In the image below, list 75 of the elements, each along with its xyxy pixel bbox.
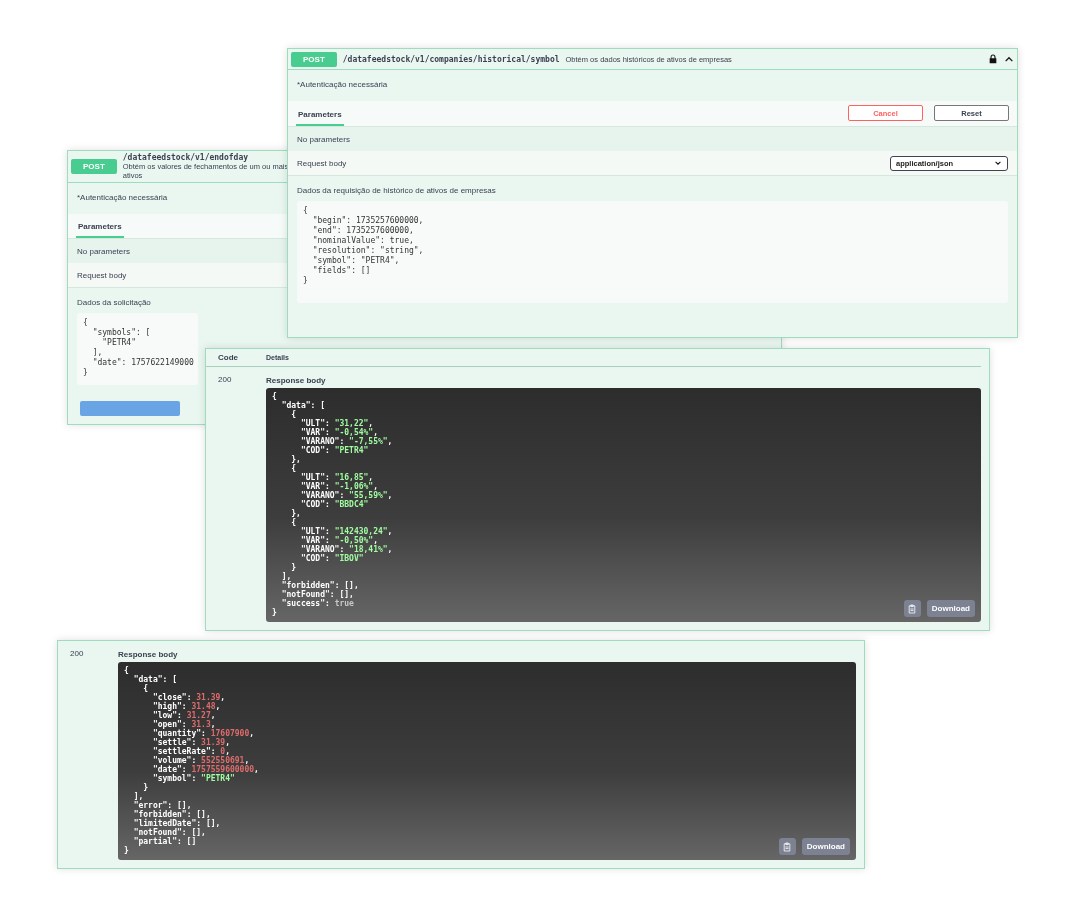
status-code: 200 — [70, 648, 85, 660]
code-line: } — [291, 563, 298, 572]
code-line: "VARANO": "-7,55%", — [299, 437, 393, 446]
no-parameters-text: No parameters — [77, 246, 130, 256]
code-line: "notFound": [], — [132, 828, 207, 837]
clipboard-icon — [908, 603, 917, 614]
code-line: "ULT": "16,85", — [299, 473, 375, 482]
request-body-field[interactable]: { "symbols": [ "PETR4" ], "date": 1757622149000 } — [77, 313, 198, 386]
code-line: { — [142, 684, 150, 693]
code-line: "quantity": 17607900, — [151, 729, 256, 738]
parameters-tab[interactable]: Parameters — [296, 105, 344, 126]
code-line: { — [272, 392, 278, 401]
body-title: Dados da requisição de histórico de ativos de empresas — [297, 186, 497, 195]
code-line: "forbidden": [], — [280, 581, 360, 590]
code-line: "VAR": "-1,06%", — [299, 482, 378, 491]
code-line: } — [272, 608, 278, 617]
code-line: "success": true — [280, 599, 355, 608]
request-body-label: Request body — [297, 158, 347, 168]
code-line: { — [290, 410, 298, 419]
code-line: ], — [280, 572, 292, 581]
code-line: "error": [], — [132, 801, 193, 810]
code-line: "COD": "BBDC4" — [299, 500, 369, 509]
collapse-chevron-icon[interactable] — [1004, 54, 1014, 64]
code-line: }, — [290, 509, 302, 518]
code-line: "ULT": "31,22", — [299, 419, 375, 428]
code-line: { — [290, 518, 297, 527]
method-badge: POST — [291, 51, 337, 67]
code-line: "volume": 552550691, — [151, 756, 250, 765]
code-line: } — [142, 783, 150, 792]
code-line: "COD": "PETR4" — [299, 446, 369, 455]
code-line: "VAR": "-0,54%", — [299, 428, 378, 437]
code-line: "close": 31.39, — [151, 693, 227, 702]
code-line: "low": 31.27, — [151, 711, 217, 720]
code-line: "forbidden": [], — [132, 810, 211, 819]
code-line: "symbol": "PETR4" — [151, 774, 236, 783]
auth-note: *Autenticação necessária — [77, 193, 168, 203]
request-body-label: Request body — [77, 270, 127, 280]
code-line: "VARANO": "55,59%", — [299, 491, 393, 500]
code-line: "notFound": [], — [280, 590, 354, 599]
code-line: ], — [132, 792, 144, 801]
lock-icon[interactable] — [988, 54, 998, 64]
code-line: { — [290, 464, 297, 473]
download-button[interactable]: Download — [801, 838, 850, 855]
endpoint-path[interactable]: /datafeedstock/v1/companies/historical/symbol — [342, 54, 560, 64]
caret-icon — [994, 159, 1002, 167]
code-line: "VARANO": "18,41%", — [299, 545, 393, 554]
code-line: "settle": 31.39, — [151, 738, 231, 747]
status-code: 200 — [218, 374, 233, 386]
copy-button[interactable] — [778, 838, 796, 855]
code-line: "VAR": "-0,50%", — [299, 536, 378, 545]
no-parameters-text: No parameters — [297, 134, 350, 144]
code-column-header: Code — [218, 353, 239, 362]
code-line: "date": 1757559600000, — [151, 765, 259, 774]
code-line: } — [124, 846, 130, 855]
code-line: "data": [ — [132, 675, 178, 684]
code-line: "data": [ — [280, 401, 326, 410]
code-line: }, — [290, 455, 302, 464]
code-line: "COD": "IBOV" — [299, 554, 364, 563]
code-line: "limitedDate": [], — [132, 819, 222, 828]
code-line: "partial": [] — [132, 837, 197, 846]
code-line: "settleRate": 0, — [151, 747, 230, 756]
method-badge: POST — [71, 159, 117, 175]
request-body-field[interactable]: { "begin": 1735257600000, "end": 1735257600000, "nominalValue": true, "resolution": "string", "symbol": "PETR4", "fields": [] } — [297, 201, 1008, 303]
auth-note: *Autenticação necessária — [297, 80, 388, 89]
endpoint-path[interactable]: /datafeedstock/v1/endofday — [122, 153, 248, 162]
code-line: { — [124, 666, 130, 675]
clipboard-icon — [783, 841, 792, 852]
body-title: Dados da solicitação — [77, 298, 152, 308]
response-body-label: Response body — [118, 649, 179, 659]
code-line: "ULT": "142430,24", — [299, 527, 393, 536]
response-body-label: Response body — [266, 375, 327, 385]
download-button[interactable]: Download — [926, 600, 975, 617]
code-line: "open": 31.3, — [151, 720, 217, 729]
copy-button[interactable] — [903, 600, 921, 617]
code-line: "high": 31.48, — [151, 702, 222, 711]
